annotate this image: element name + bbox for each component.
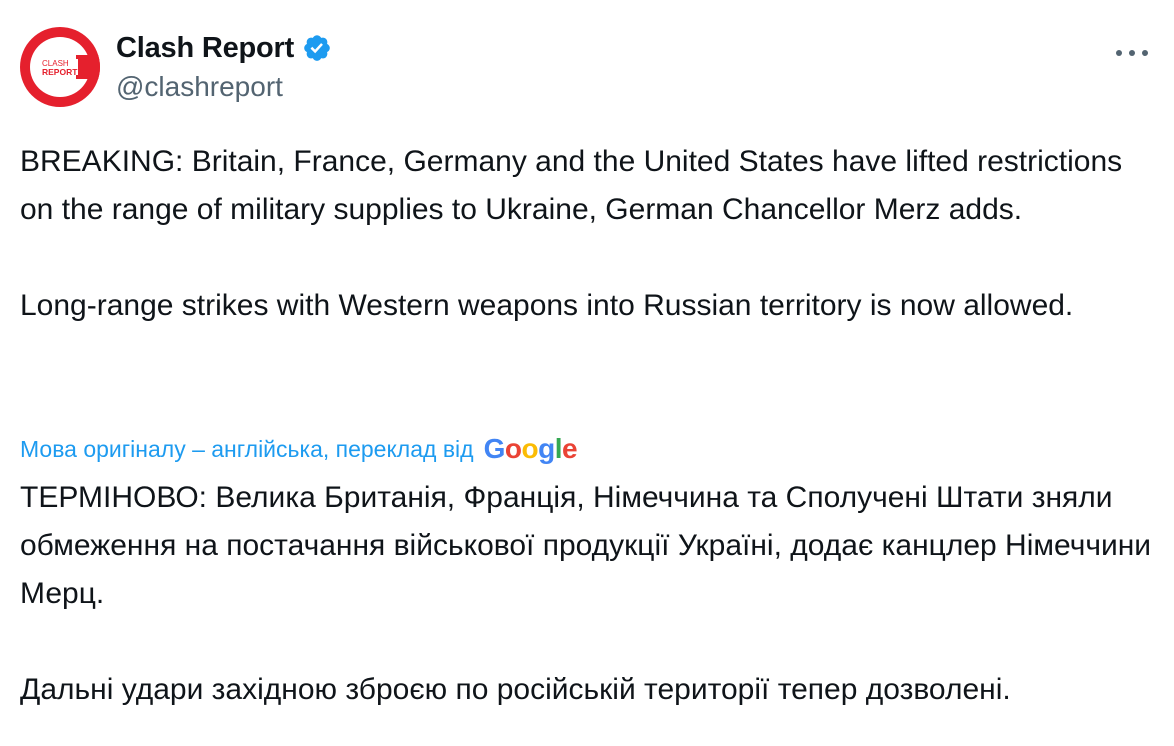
more-dots-icon (1129, 50, 1135, 56)
translated-text: ТЕРМІНОВО: Велика Британія, Франція, Нім… (20, 474, 1154, 714)
translated-paragraph-1: ТЕРМІНОВО: Велика Британія, Франція, Нім… (20, 481, 1152, 610)
translation-note[interactable]: Мова оригіналу – англійська, переклад ві… (20, 436, 474, 463)
tweet-paragraph-1: BREAKING: Britain, France, Germany and t… (20, 145, 1123, 226)
more-options-button[interactable] (1116, 43, 1148, 63)
tweet-header: CLASH REPORT Clash Report @clashreport (20, 27, 1154, 111)
author-name-row[interactable]: Clash Report (116, 30, 332, 66)
tweet-paragraph-2: Long-range strikes with Western weapons … (20, 289, 1074, 322)
author-handle[interactable]: @clashreport (116, 71, 283, 103)
more-dots-icon (1116, 50, 1122, 56)
display-name[interactable]: Clash Report (116, 32, 294, 65)
clash-report-logo: CLASH REPORT (20, 27, 100, 107)
translation-attribution[interactable]: Мова оригіналу – англійська, переклад ві… (20, 432, 578, 466)
translated-paragraph-2: Дальні удари західною зброєю по російськ… (20, 673, 1011, 706)
logo-text-line2: REPORT (42, 67, 78, 77)
verified-badge-icon (302, 33, 332, 63)
tweet-text: BREAKING: Britain, France, Germany and t… (20, 138, 1154, 330)
google-logo: Google (483, 433, 578, 464)
avatar[interactable]: CLASH REPORT (20, 27, 100, 107)
more-dots-icon (1142, 50, 1148, 56)
